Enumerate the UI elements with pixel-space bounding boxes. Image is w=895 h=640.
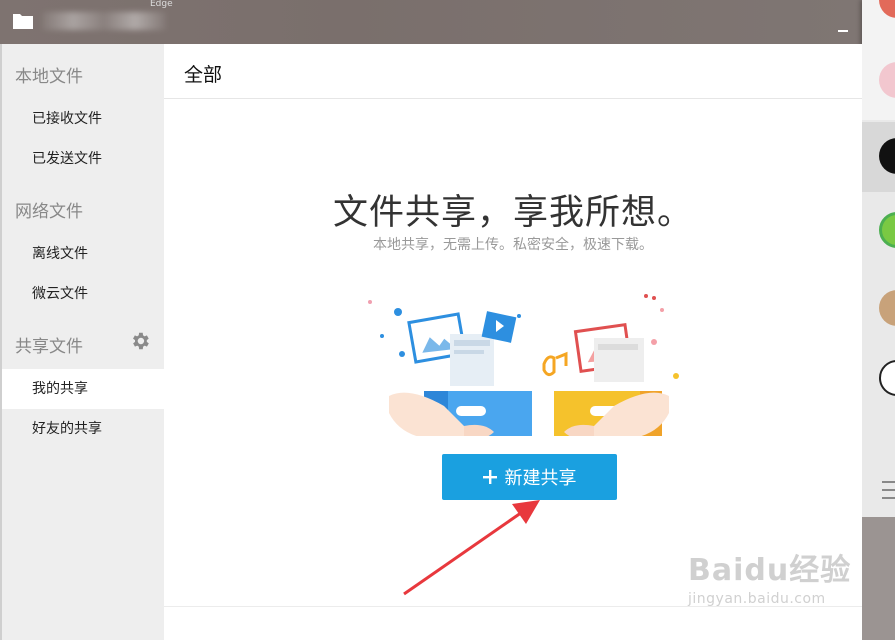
- sidebar-item-weiyun[interactable]: 微云文件: [2, 274, 164, 314]
- titlebar-faded-text: Edge: [150, 0, 173, 8]
- main-header: 全部: [164, 44, 862, 99]
- empty-state-headline: 文件共享，享我所想。: [332, 193, 693, 233]
- baidu-watermark: Baidu经验 jingyan.baidu.com: [688, 545, 858, 607]
- new-share-label: 新建共享: [504, 468, 577, 489]
- watermark-url: jingyan.baidu.com: [688, 591, 826, 607]
- sidebar-section-shared[interactable]: 共享文件: [15, 332, 83, 357]
- window-titlebar[interactable]: Edge: [0, 0, 862, 44]
- contact-avatar[interactable]: [879, 290, 895, 326]
- file-share-illustration: [368, 294, 679, 436]
- sidebar-item-received[interactable]: 已接收文件: [2, 99, 164, 139]
- empty-state-subline: 本地共享，无需上传。私密安全，极速下载。: [373, 237, 653, 253]
- page-title: 全部: [184, 64, 223, 86]
- contact-avatar[interactable]: [879, 360, 895, 396]
- sidebar-item-friends-share[interactable]: 好友的共享: [2, 409, 164, 449]
- contact-strip-footer: [862, 481, 895, 640]
- sidebar-item-sent[interactable]: 已发送文件: [2, 139, 164, 179]
- sidebar-section-local[interactable]: 本地文件: [15, 62, 83, 87]
- blurred-username: [42, 12, 166, 30]
- folder-icon: [13, 14, 33, 29]
- sidebar-item-my-share[interactable]: 我的共享: [2, 369, 164, 409]
- annotation-arrow: [403, 500, 540, 596]
- menu-icon[interactable]: [882, 479, 895, 501]
- gear-icon[interactable]: [129, 330, 151, 352]
- sidebar-item-offline[interactable]: 离线文件: [2, 234, 164, 274]
- contact-list-strip[interactable]: [862, 0, 895, 640]
- watermark-brand: Baidu经验: [688, 553, 852, 588]
- plus-icon: [482, 470, 497, 484]
- minimize-icon[interactable]: [838, 30, 850, 36]
- sidebar: 本地文件 已接收文件 已发送文件 网络文件 离线文件 微云文件 共享文件 我的共…: [0, 44, 164, 640]
- contact-avatar[interactable]: [879, 212, 895, 248]
- sidebar-section-network[interactable]: 网络文件: [15, 197, 83, 222]
